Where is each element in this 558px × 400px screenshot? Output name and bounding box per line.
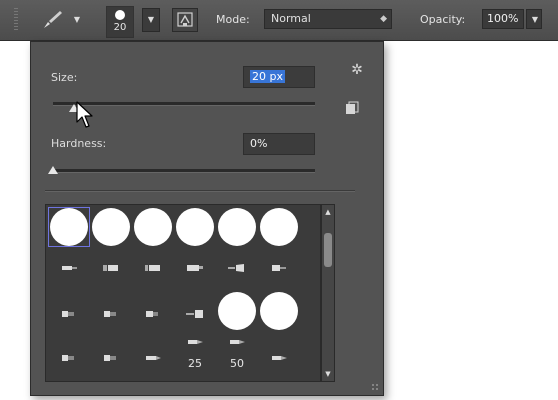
panel-divider <box>45 190 355 192</box>
round-brush-tip <box>218 292 256 330</box>
brush-picker-dropdown-button[interactable]: ▼ <box>142 8 160 32</box>
brush-preset-round[interactable] <box>174 207 216 247</box>
chevron-down-icon: ▼ <box>531 15 539 24</box>
bristle-brush-icon <box>272 265 286 271</box>
bristle-brush-icon <box>146 356 161 360</box>
brush-preset-bristle[interactable] <box>132 249 174 289</box>
bristle-brush-icon <box>62 311 74 317</box>
brush-preset-bristle[interactable] <box>132 295 174 335</box>
brush-preset-bristle[interactable] <box>258 249 300 289</box>
mode-label: Mode: <box>216 13 250 26</box>
brush-preset-bristle[interactable] <box>90 249 132 289</box>
bristle-brush-icon <box>104 355 116 361</box>
mouse-pointer-icon <box>76 101 93 128</box>
brush-preset-bristle[interactable] <box>132 339 174 379</box>
scroll-down-icon[interactable]: ▼ <box>322 369 334 379</box>
size-input[interactable]: 20 px <box>243 66 315 88</box>
round-brush-tip <box>134 208 172 246</box>
round-brush-tip <box>176 208 214 246</box>
bristle-brush-icon <box>230 340 245 344</box>
brush-preset-50[interactable]: 50 <box>216 331 258 371</box>
bristle-brush-icon <box>103 265 118 271</box>
brush-preset-bristle[interactable] <box>90 295 132 335</box>
brush-preset-round[interactable] <box>132 207 174 247</box>
preset-scrollbar[interactable]: ▲ ▼ <box>321 204 335 382</box>
bristle-brush-icon <box>272 356 287 360</box>
resize-grip-icon[interactable] <box>371 383 379 391</box>
brush-preset-bristle[interactable] <box>216 249 258 289</box>
brush-size-number: 50 <box>230 357 244 370</box>
brush-preset-round[interactable] <box>216 207 258 247</box>
brush-preset-round[interactable] <box>258 291 300 331</box>
round-brush-tip <box>50 208 88 246</box>
round-brush-tip <box>260 208 298 246</box>
opacity-input[interactable]: 100% <box>482 9 524 29</box>
hardness-slider-thumb[interactable] <box>48 166 58 174</box>
hardness-slider-track[interactable] <box>53 169 315 173</box>
brush-preset-round[interactable] <box>48 207 90 247</box>
brush-preset-bristle[interactable] <box>48 249 90 289</box>
brush-preset-round[interactable] <box>90 207 132 247</box>
bristle-brush-icon <box>104 311 116 317</box>
brush-tool-preset-button[interactable] <box>40 8 66 32</box>
opacity-label: Opacity: <box>420 13 466 26</box>
brush-preset-picker[interactable]: 20 <box>100 4 140 38</box>
options-bar: ▼ 20 ▼ Mode: Normal ◆ Opacity: 100% ▼ <box>0 0 558 41</box>
brush-icon <box>44 11 62 28</box>
brush-preset-bristle[interactable] <box>258 339 300 379</box>
toggle-brush-panel-button[interactable] <box>172 8 198 32</box>
brush-preview[interactable]: 20 <box>106 6 134 38</box>
scrollbar-thumb[interactable] <box>324 233 332 267</box>
select-arrows-icon: ◆ <box>380 14 387 24</box>
blend-mode-select[interactable]: Normal ◆ <box>264 9 392 29</box>
brush-preset-bristle[interactable] <box>48 339 90 379</box>
brush-panel-icon <box>177 12 193 27</box>
bristle-brush-icon <box>145 265 160 271</box>
brush-preset-grid: 25 50 <box>45 204 321 382</box>
brush-preset-bristle[interactable] <box>174 249 216 289</box>
blend-mode-value: Normal <box>271 12 311 25</box>
round-brush-tip <box>260 292 298 330</box>
hardness-label: Hardness: <box>51 137 107 150</box>
round-brush-tip <box>92 208 130 246</box>
round-brush-tip <box>218 208 256 246</box>
brush-size-number: 25 <box>188 357 202 370</box>
brush-tip-dot <box>115 10 125 20</box>
bristle-brush-icon <box>62 266 77 270</box>
toolbar-grip[interactable] <box>14 8 18 32</box>
brush-preset-round[interactable] <box>258 207 300 247</box>
chevron-down-icon: ▼ <box>147 15 155 24</box>
opacity-dropdown-button[interactable]: ▼ <box>526 9 542 29</box>
brush-preset-bristle[interactable] <box>174 295 216 335</box>
brush-preset-bristle[interactable] <box>90 339 132 379</box>
bristle-brush-icon <box>188 340 203 344</box>
size-label: Size: <box>51 71 78 84</box>
brush-preset-bristle[interactable] <box>48 295 90 335</box>
bristle-brush-icon <box>186 310 203 318</box>
bristle-brush-icon <box>146 311 158 317</box>
size-value: 20 px <box>250 70 285 83</box>
new-preset-icon[interactable] <box>345 100 359 114</box>
brush-preset-round[interactable] <box>216 291 258 331</box>
brush-preset-25[interactable]: 25 <box>174 331 216 371</box>
bristle-brush-icon <box>62 355 74 361</box>
bristle-brush-icon <box>187 265 203 271</box>
scroll-up-icon[interactable]: ▲ <box>322 207 334 217</box>
bristle-brush-icon <box>228 264 244 272</box>
brush-preset-panel: Size: 20 px ✲ Hardness: 0% 25 50 ▲ ▼ <box>30 41 384 396</box>
hardness-input[interactable]: 0% <box>243 133 315 155</box>
brush-size-readout: 20 <box>113 22 127 33</box>
gear-icon[interactable]: ✲ <box>349 62 365 78</box>
chevron-down-icon[interactable]: ▼ <box>72 16 82 24</box>
